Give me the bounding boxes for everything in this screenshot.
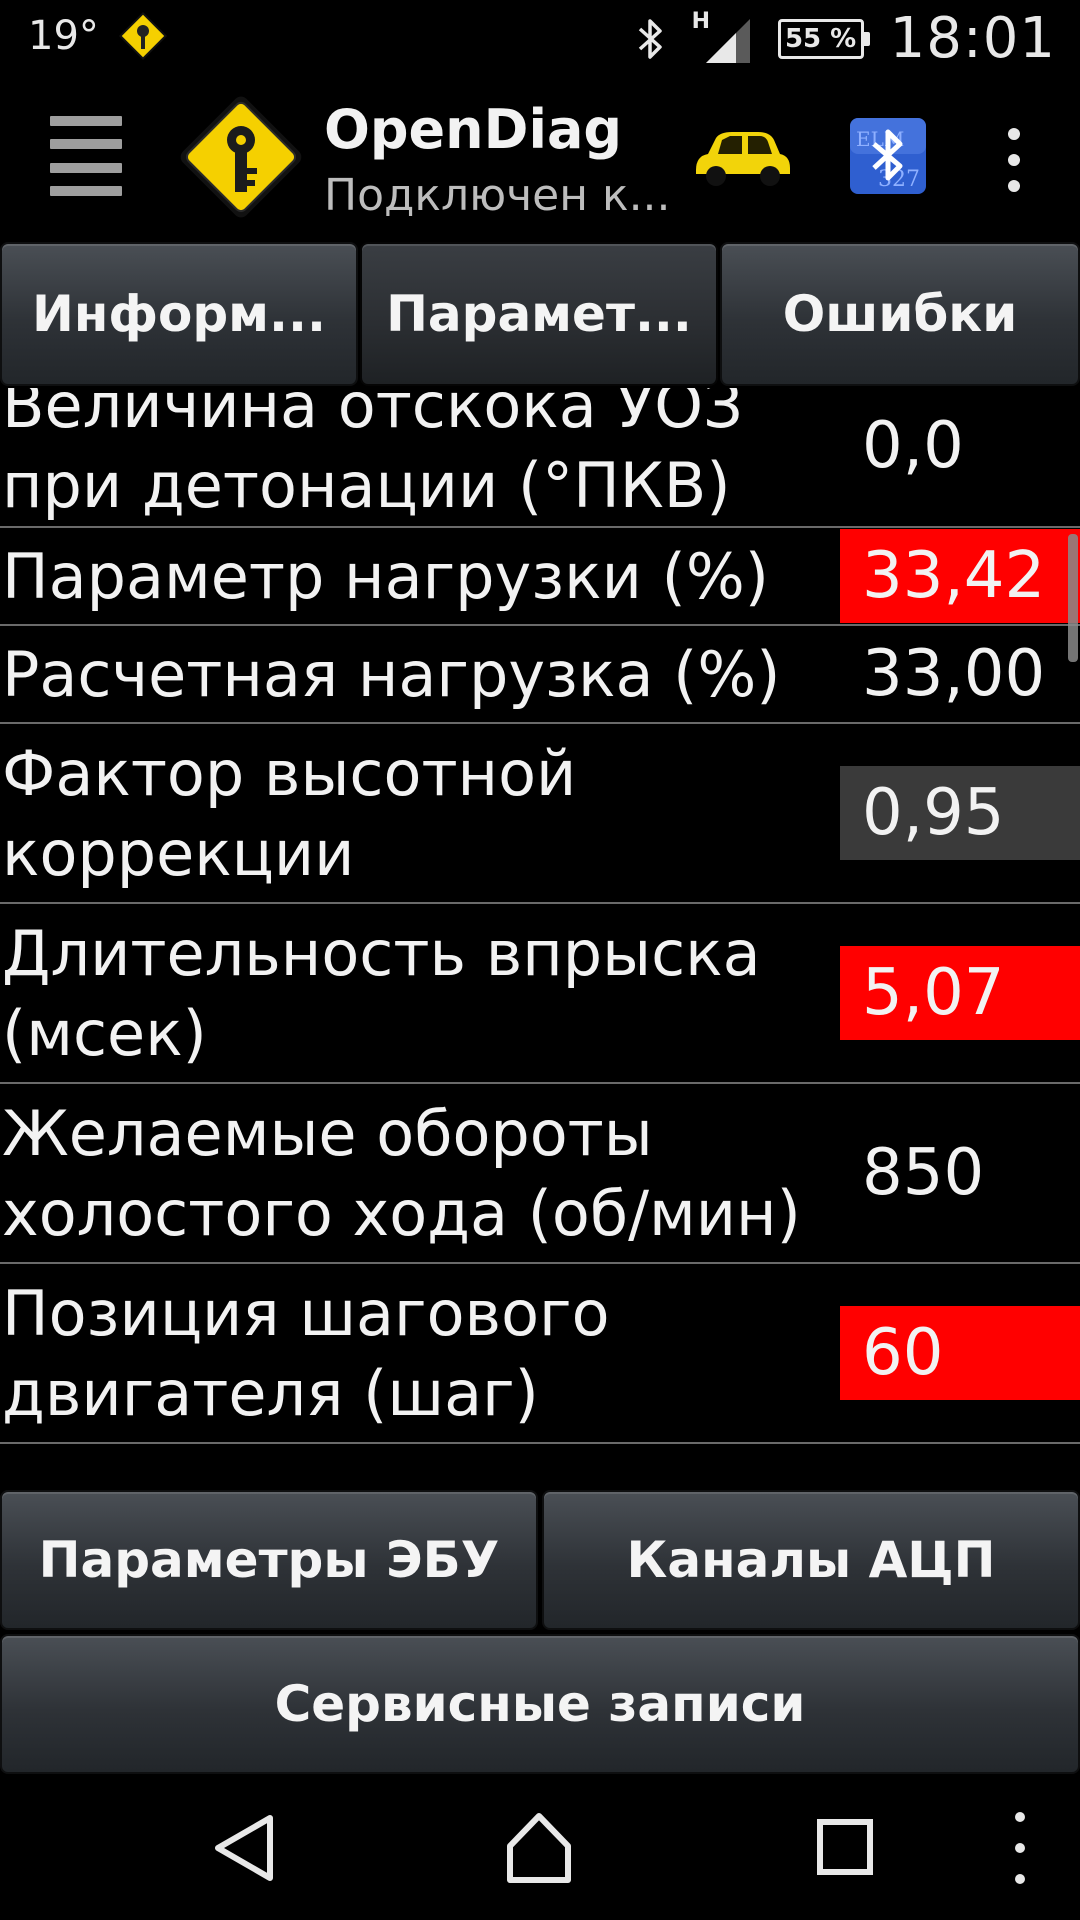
signal-icon: H (692, 9, 752, 65)
connection-subtitle: Подключен к... (324, 170, 671, 221)
tab-parameters[interactable]: Парамет... (360, 242, 718, 386)
recents-square-icon[interactable] (812, 1810, 882, 1886)
parameter-label: Параметр нагрузки (%) (2, 540, 769, 613)
svg-text:327: 327 (878, 167, 920, 192)
parameter-row: Параметр нагрузки (%) 33,42 (0, 528, 1080, 626)
adc-channels-button[interactable]: Каналы АЦП (542, 1490, 1080, 1630)
parameter-label: Длительность впрыска (мсек) (2, 917, 761, 1070)
parameter-value: 5,07 (840, 946, 1080, 1040)
tab-errors[interactable]: Ошибки (720, 242, 1080, 386)
parameter-value: 850 (862, 1136, 985, 1210)
navigation-bar (0, 1772, 1080, 1920)
nav-overflow-icon[interactable] (1010, 1812, 1030, 1884)
status-bar: 19° H 55 % 18:01 (0, 0, 1080, 78)
parameter-label: Величина отскока УОЗ при детонации (°ПКВ) (2, 388, 743, 522)
parameter-label: Желаемые обороты холостого хода (об/мин) (2, 1097, 801, 1250)
battery-icon: 55 % (777, 18, 870, 59)
parameter-label: Позиция шагового двигателя (шаг) (2, 1277, 610, 1430)
action-bar: OpenDiag Подключен к... ELM 327 (0, 78, 1080, 240)
opendiag-notification-icon (118, 11, 167, 61)
parameter-row: Желаемые обороты холостого хода (об/мин) … (0, 1084, 1080, 1264)
parameter-value: 33,42 (840, 529, 1080, 623)
parameter-row: Расчетная нагрузка (%) 33,00 (0, 626, 1080, 724)
back-triangle-icon[interactable] (210, 1810, 280, 1886)
clock-text: 18:01 (889, 6, 1056, 71)
home-icon[interactable] (504, 1810, 574, 1886)
parameter-value: 0,95 (840, 766, 1080, 860)
parameter-label: Фактор высотной коррекции (2, 737, 577, 890)
app-title: OpenDiag (324, 98, 623, 161)
app-logo-icon[interactable] (168, 84, 314, 230)
list-scrollbar[interactable] (1068, 534, 1078, 662)
parameter-row: Фактор высотной коррекции 0,95 (0, 724, 1080, 904)
bluetooth-status-icon (638, 18, 662, 59)
overflow-menu-icon[interactable] (994, 128, 1034, 192)
battery-text: 55 % (784, 23, 857, 54)
bluetooth-elm327-icon[interactable]: ELM 327 (848, 116, 928, 196)
parameter-row: Длительность впрыска (мсек) 5,07 (0, 904, 1080, 1084)
service-records-button[interactable]: Сервисные записи (0, 1634, 1080, 1774)
temperature-text: 19° (28, 13, 99, 59)
car-icon[interactable] (692, 126, 794, 188)
tab-info[interactable]: Информ... (0, 242, 358, 386)
parameter-label: Расчетная нагрузка (%) (2, 638, 781, 711)
parameter-value: 33,00 (862, 637, 1046, 711)
parameter-value: 0,0 (862, 409, 964, 483)
ecu-parameters-button[interactable]: Параметры ЭБУ (0, 1490, 538, 1630)
parameter-row: Позиция шагового двигателя (шаг) 60 (0, 1264, 1080, 1444)
hamburger-menu-icon[interactable] (50, 116, 122, 196)
parameter-row: Величина отскока УОЗ при детонации (°ПКВ)… (0, 388, 1080, 528)
parameter-list[interactable]: Величина отскока УОЗ при детонации (°ПКВ)… (0, 388, 1080, 1490)
parameter-value: 60 (840, 1306, 1080, 1400)
